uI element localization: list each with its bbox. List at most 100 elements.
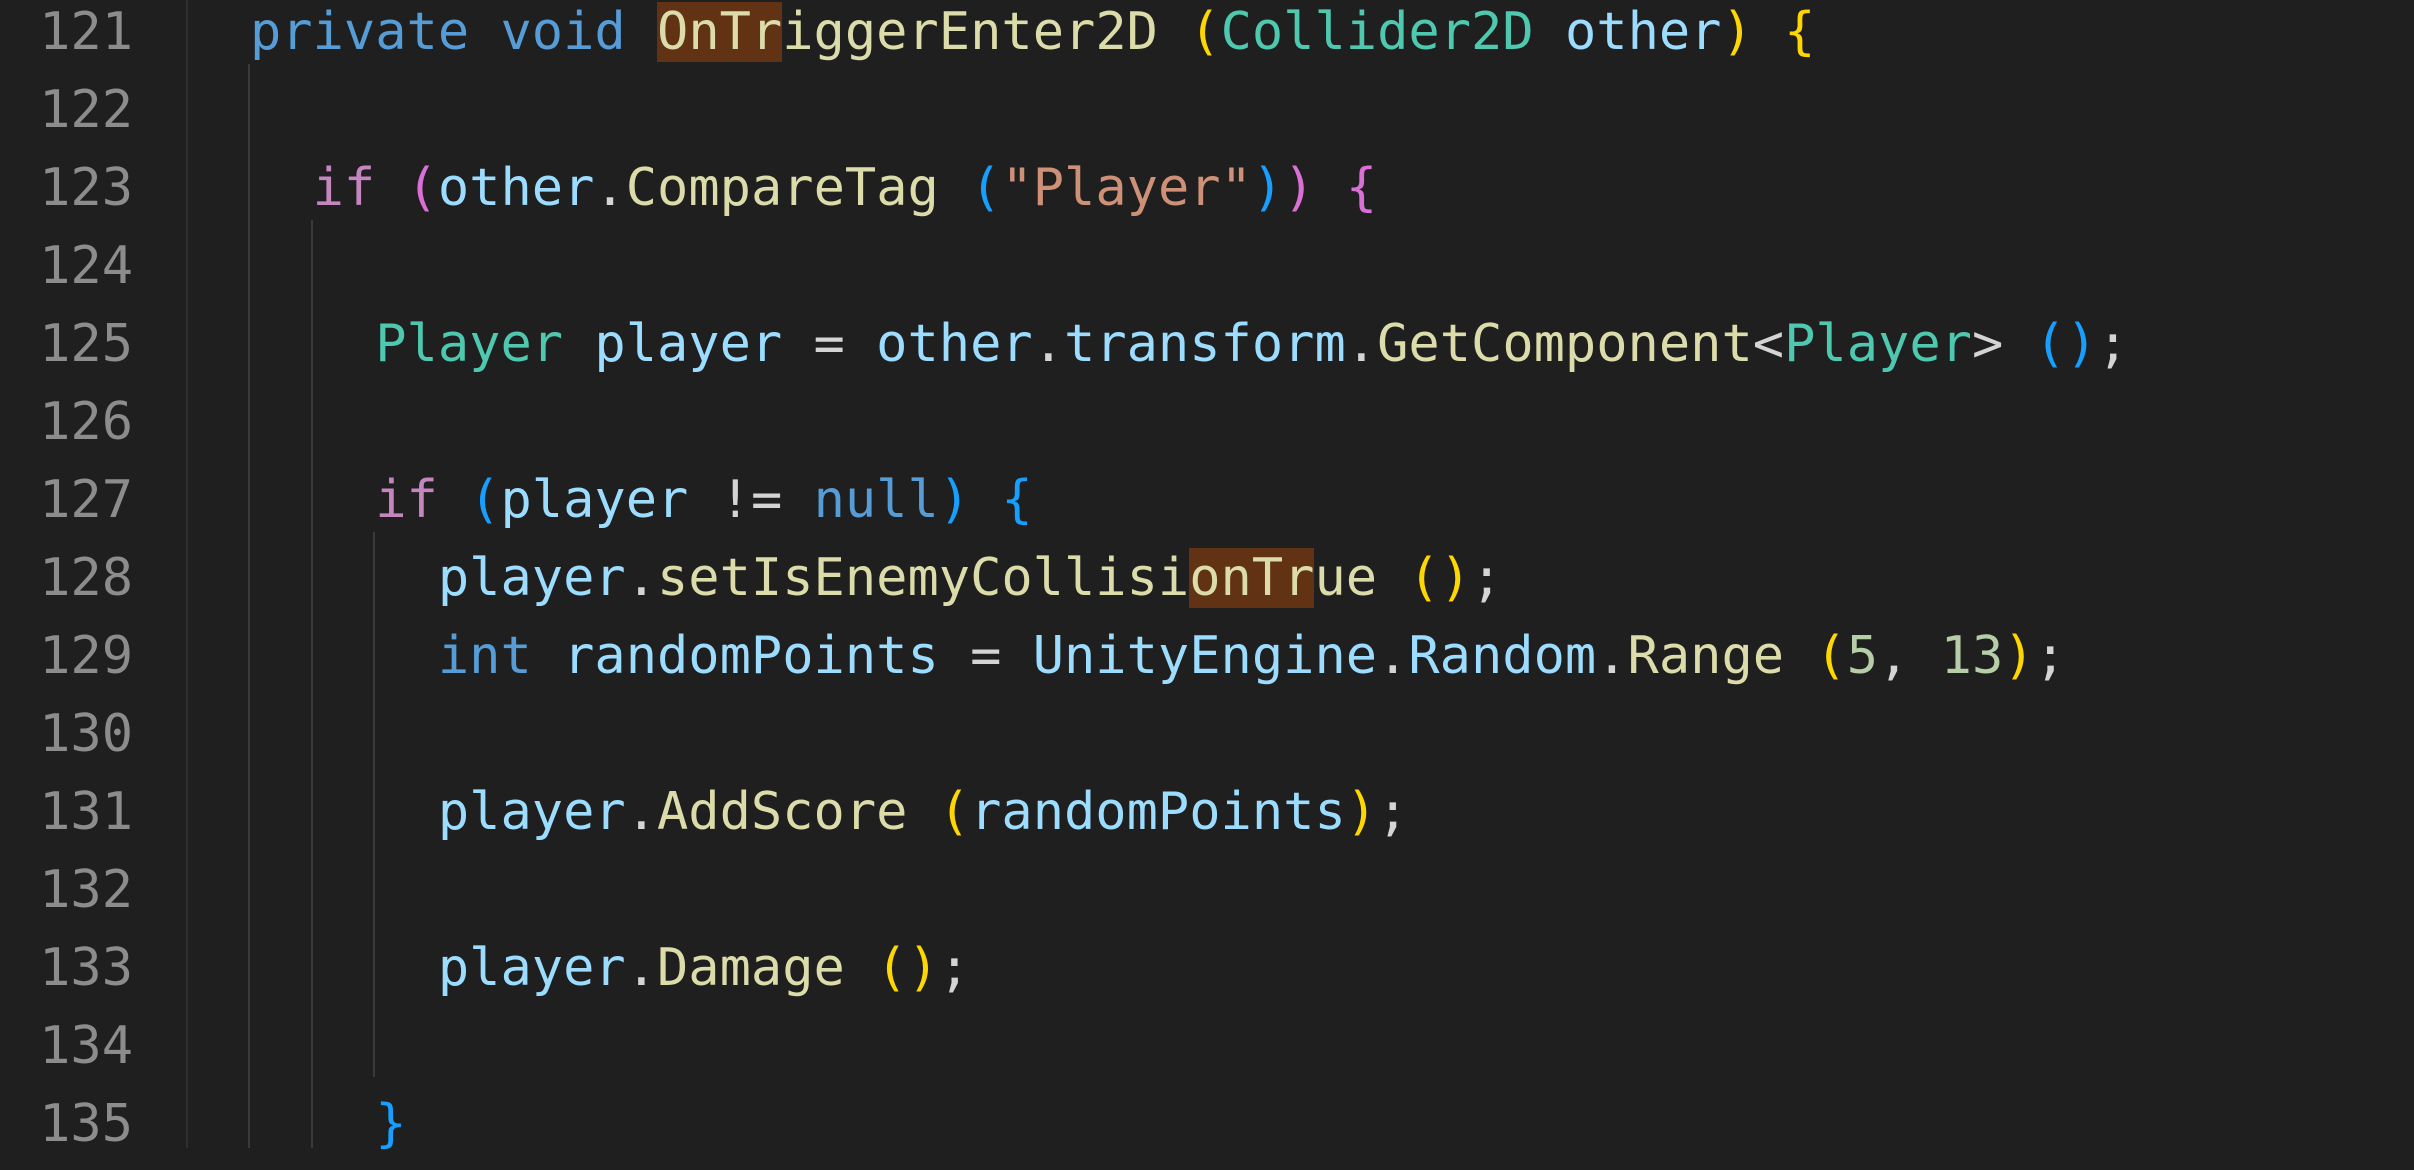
- code-line[interactable]: 134: [0, 1014, 2414, 1092]
- find-match-highlight: OnTr: [657, 2, 783, 62]
- code-token: other: [876, 314, 1033, 374]
- line-code: if (other.CompareTag ("Player")) {: [250, 149, 1378, 227]
- code-token: (: [1815, 626, 1847, 686]
- line-code: if (player != null) {: [250, 461, 1033, 539]
- code-line[interactable]: 126: [0, 390, 2414, 468]
- line-number: 128: [39, 548, 133, 608]
- code-token: ): [1721, 2, 1753, 62]
- line-number: 135: [39, 1094, 133, 1154]
- code-token: ): [938, 470, 971, 530]
- code-token: ,: [1878, 626, 1941, 686]
- code-token: ): [1345, 782, 1378, 842]
- line-number: 132: [39, 860, 133, 920]
- line-number: 127: [39, 470, 133, 530]
- code-token: player: [437, 548, 626, 608]
- code-token: player: [500, 470, 689, 530]
- line-code: Player player = other.transform.GetCompo…: [250, 305, 2128, 383]
- code-token: }: [375, 1094, 407, 1154]
- line-number: 129: [39, 626, 133, 686]
- code-token: Collider2D: [1220, 2, 1534, 62]
- line-number: 133: [39, 938, 133, 998]
- code-token: Damage: [657, 938, 845, 998]
- line-code: int randomPoints = UnityEngine.Random.Ra…: [250, 617, 2066, 695]
- code-token: (): [876, 938, 939, 998]
- line-number: 122: [39, 80, 133, 140]
- code-line[interactable]: 130: [0, 702, 2414, 780]
- code-token: null: [813, 470, 939, 530]
- code-line[interactable]: 131 player.AddScore (randomPoints);: [0, 780, 2414, 858]
- code-line[interactable]: 127 if (player != null) {: [0, 468, 2414, 546]
- line-number: 125: [39, 314, 133, 374]
- code-token: (): [2034, 314, 2098, 374]
- code-line[interactable]: 123 if (other.CompareTag ("Player")) {: [0, 156, 2414, 234]
- code-token: .: [625, 938, 657, 998]
- code-token: ): [1251, 158, 1284, 218]
- code-line[interactable]: 122: [0, 78, 2414, 156]
- code-line[interactable]: 133 player.Damage ();: [0, 936, 2414, 1014]
- code-token: >: [1971, 314, 2035, 374]
- code-token: iggerEnter2D: [782, 2, 1158, 62]
- code-token: 5: [1846, 626, 1879, 686]
- code-token: (: [469, 470, 501, 530]
- code-token: transform: [1064, 314, 1346, 374]
- code-line[interactable]: 132: [0, 858, 2414, 936]
- code-token: ;: [938, 938, 971, 998]
- code-token: =: [782, 314, 877, 374]
- code-line[interactable]: 121 private void OnTriggerEnter2D (Collid…: [0, 0, 2414, 78]
- code-token: randomPoints: [563, 626, 939, 686]
- code-token: if: [375, 470, 438, 530]
- code-token: ): [2003, 626, 2035, 686]
- code-token: <: [1752, 314, 1785, 374]
- code-token: if: [312, 158, 376, 218]
- code-token: int: [437, 626, 532, 686]
- code-line[interactable]: 128 player.setIsEnemyCollisionTrue ();: [0, 546, 2414, 624]
- code-token: randomPoints: [970, 782, 1346, 842]
- code-token: other: [437, 158, 595, 218]
- code-editor[interactable]: 121 private void OnTriggerEnter2D (Collid…: [0, 0, 2414, 1154]
- code-token: Range: [1627, 626, 1785, 686]
- code-token: {: [1001, 470, 1033, 530]
- line-number: 134: [39, 1016, 133, 1076]
- code-line[interactable]: 129 int randomPoints = UnityEngine.Rando…: [0, 624, 2414, 702]
- code-token: (: [938, 782, 971, 842]
- code-token: Random: [1408, 626, 1597, 686]
- line-number: 131: [39, 782, 133, 842]
- code-token: .: [625, 548, 657, 608]
- code-line[interactable]: 124: [0, 234, 2414, 312]
- line-code: private void OnTriggerEnter2D (Collider2…: [250, 0, 1815, 71]
- code-token: ;: [2034, 626, 2066, 686]
- code-line[interactable]: 135 }: [0, 1092, 2414, 1170]
- line-number: 124: [39, 236, 133, 296]
- code-token: void: [500, 2, 626, 62]
- code-token: .: [1596, 626, 1628, 686]
- code-token: ): [1283, 158, 1315, 218]
- code-token: GetComponent: [1377, 314, 1753, 374]
- code-token: other: [1564, 2, 1722, 62]
- code-token: (: [406, 158, 438, 218]
- code-line[interactable]: 125 Player player = other.transform.GetC…: [0, 312, 2414, 390]
- code-token: ue: [1314, 548, 1378, 608]
- code-token: .: [1345, 314, 1378, 374]
- code-token: (): [1408, 548, 1472, 608]
- code-token: .: [594, 158, 626, 218]
- line-code: }: [250, 1085, 407, 1163]
- code-token: player: [437, 782, 626, 842]
- code-token: "Player": [1001, 158, 1252, 218]
- code-token: {: [1784, 2, 1816, 62]
